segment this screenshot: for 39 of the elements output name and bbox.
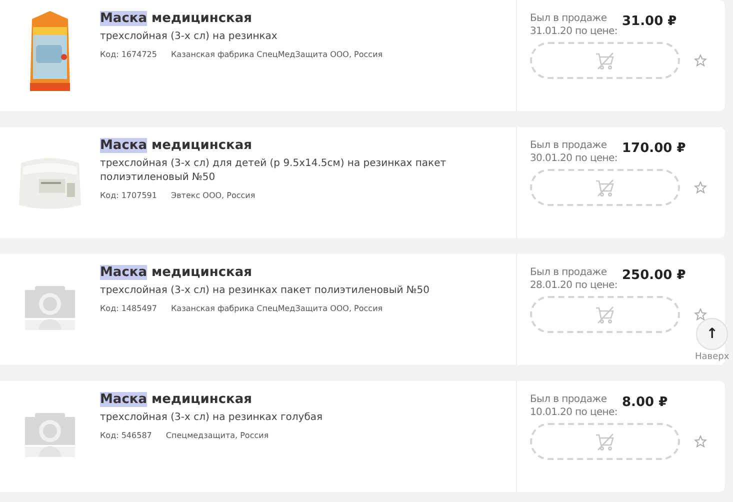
- cart-off-icon: [595, 432, 615, 450]
- cart-off-icon: [595, 178, 615, 196]
- product-description: трехслойная (3-х сл) на резинках пакет полиэтиленовый №50: [100, 284, 431, 298]
- product-description: трехслойная (3-х сл) для детей (р 9.5х14.5см) на резинках пакет полиэтиленовый №50: [100, 157, 448, 185]
- product-title[interactable]: Маска медицинская: [100, 264, 508, 282]
- manufacturer: Казанская фабрика СпецМедЗащита ООО, Россия: [170, 303, 383, 315]
- star-icon[interactable]: [694, 54, 707, 67]
- product-code: Код: 546587: [100, 430, 152, 442]
- back-to-top-label: Наверх: [695, 351, 730, 364]
- camera-icon: [25, 410, 75, 456]
- availability-note: Был в продаже 30.01.20 по цене:: [530, 139, 618, 165]
- price: 31.00 ₽: [622, 13, 677, 31]
- product-title[interactable]: Маска медицинская: [100, 137, 508, 155]
- product-description: трехслойная (3-х сл) на резинках: [100, 30, 278, 44]
- product-code: Код: 1707591: [100, 190, 157, 202]
- star-icon[interactable]: [694, 308, 707, 321]
- star-icon[interactable]: [694, 435, 707, 448]
- product-title[interactable]: Маска медицинская: [100, 10, 508, 28]
- availability-note: Был в продаже 28.01.20 по цене:: [530, 266, 618, 292]
- product-code: Код: 1485497: [100, 303, 157, 315]
- availability-note: Был в продаже 31.01.20 по цене:: [530, 12, 618, 38]
- manufacturer: Казанская фабрика СпецМедЗащита ООО, Россия: [170, 49, 383, 61]
- manufacturer: Эвтекс ООО, Россия: [170, 190, 256, 202]
- price: 170.00 ₽: [622, 140, 686, 158]
- product-description: трехслойная (3-х сл) на резинках голубая: [100, 411, 324, 425]
- product-title[interactable]: Маска медицинская: [100, 391, 508, 409]
- availability-note: Был в продаже 10.01.20 по цене:: [530, 393, 618, 419]
- unavailable-cart-button[interactable]: [530, 423, 680, 460]
- unavailable-cart-button[interactable]: [530, 42, 680, 79]
- cart-off-icon: [595, 306, 615, 324]
- camera-icon: [25, 284, 75, 330]
- product-code: Код: 1674725: [100, 49, 157, 61]
- price: 8.00 ₽: [622, 394, 668, 412]
- unavailable-cart-button[interactable]: [530, 169, 680, 206]
- cart-off-icon: [595, 52, 615, 70]
- price: 250.00 ₽: [622, 267, 686, 285]
- manufacturer: Спецмедзащита, Россия: [166, 430, 269, 442]
- star-icon[interactable]: [694, 181, 707, 194]
- unavailable-cart-button[interactable]: [530, 296, 680, 333]
